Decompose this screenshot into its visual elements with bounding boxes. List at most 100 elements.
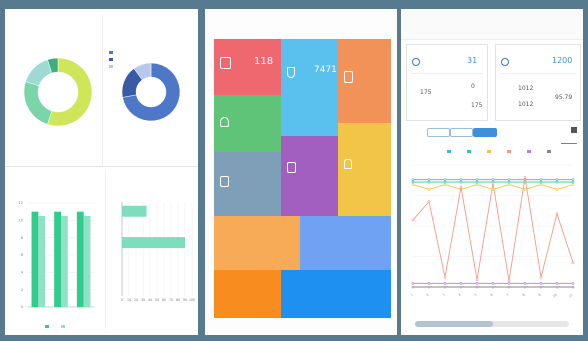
data-point xyxy=(443,183,447,186)
data-point xyxy=(427,285,431,289)
menu-icon[interactable] xyxy=(571,127,577,133)
data-point xyxy=(443,178,447,181)
data-point xyxy=(539,178,543,181)
bell-icon xyxy=(344,159,352,169)
data-point xyxy=(507,285,511,289)
legend-chip xyxy=(45,325,49,328)
stat-card-1: 31 175 0 175 xyxy=(406,44,488,121)
divider xyxy=(500,73,576,74)
legend-chip xyxy=(109,51,113,54)
legend-chip xyxy=(487,150,491,153)
user-icon xyxy=(412,58,420,66)
data-point xyxy=(555,212,559,216)
data-point xyxy=(459,285,463,289)
y-tick-label: 8 xyxy=(21,236,23,240)
left-dashboard-panel: 0 2 4 6 8 10 12 0 10 20 30 40 50 60 70 80 90 100 xyxy=(5,9,198,335)
middle-tiles-panel: 118 7471 xyxy=(205,9,397,335)
data-point xyxy=(475,178,479,181)
data-point xyxy=(523,188,527,191)
stat-card-2-sub-2: 1012 xyxy=(518,101,534,108)
data-point xyxy=(571,180,575,184)
data-point xyxy=(427,282,431,285)
stat-card-2-value: 1200 xyxy=(552,56,573,65)
x-tick-label: 4 xyxy=(457,293,461,297)
data-point xyxy=(427,180,431,184)
scrollbar-track[interactable] xyxy=(415,321,569,327)
data-point xyxy=(475,183,479,186)
legend-chip xyxy=(61,325,65,328)
data-point xyxy=(555,282,559,285)
x-tick-label: 9 xyxy=(537,293,541,297)
data-point xyxy=(555,178,559,181)
data-point xyxy=(539,282,543,285)
data-point xyxy=(459,180,463,184)
data-point xyxy=(555,188,559,191)
data-point xyxy=(443,282,447,285)
clipboard-icon xyxy=(287,162,296,173)
data-point xyxy=(411,180,415,184)
data-point xyxy=(459,178,463,181)
tile-3[interactable] xyxy=(338,39,391,123)
tile-10[interactable] xyxy=(214,270,281,318)
tab-3[interactable] xyxy=(473,128,497,137)
legend-chip xyxy=(109,58,113,61)
data-point xyxy=(507,183,511,186)
data-point xyxy=(475,285,479,289)
data-point xyxy=(411,183,415,186)
x-tick-label: 11 xyxy=(568,293,574,299)
data-point xyxy=(475,282,479,285)
tile-8[interactable] xyxy=(214,216,300,270)
tile-2-value: 7471 xyxy=(314,65,337,75)
vertical-bar-chart: 0 2 4 6 8 10 12 xyxy=(19,201,95,309)
tile-1[interactable]: 118 xyxy=(214,39,281,95)
stat-card-1-sub-3: 175 xyxy=(471,102,483,109)
bar xyxy=(122,237,185,249)
data-point xyxy=(491,181,495,185)
data-point xyxy=(571,282,575,285)
data-point xyxy=(507,282,511,285)
x-tick-label: 40 xyxy=(148,298,152,302)
tile-5[interactable] xyxy=(281,136,338,216)
pie-slice xyxy=(25,59,53,87)
y-tick-label: 4 xyxy=(21,271,24,275)
x-tick-label: 3 xyxy=(441,293,445,297)
tile-6[interactable] xyxy=(338,123,391,216)
tile-1-value: 118 xyxy=(254,56,274,67)
tab-1[interactable] xyxy=(427,128,450,137)
tile-9[interactable] xyxy=(300,216,391,270)
data-point xyxy=(507,180,511,184)
scrollbar-thumb[interactable] xyxy=(415,321,493,327)
tile-11[interactable] xyxy=(281,270,391,318)
data-point xyxy=(427,188,431,191)
tile-7[interactable] xyxy=(214,152,281,216)
stat-card-1-value: 31 xyxy=(467,56,478,65)
data-point xyxy=(571,183,575,186)
tile-2[interactable]: 7471 xyxy=(281,39,338,136)
bar xyxy=(38,216,46,307)
data-point xyxy=(443,275,447,279)
tile-4[interactable] xyxy=(214,95,281,152)
x-tick-label: 100 xyxy=(189,298,195,302)
y-tick-label: 6 xyxy=(21,253,23,257)
data-point xyxy=(475,180,479,184)
data-point xyxy=(427,178,431,181)
data-point xyxy=(427,200,431,203)
data-point xyxy=(411,178,415,181)
data-point xyxy=(507,178,511,181)
tab-2[interactable] xyxy=(450,128,473,137)
bar xyxy=(76,211,84,307)
data-point xyxy=(539,180,543,184)
x-tick-label: 10 xyxy=(552,293,558,299)
data-point xyxy=(571,285,575,289)
donut-chart-2 xyxy=(121,62,181,122)
x-tick-label: 90 xyxy=(183,298,187,302)
data-point xyxy=(523,285,527,289)
pie-slice xyxy=(23,81,53,125)
y-tick-label: 2 xyxy=(21,288,23,292)
legend-chip xyxy=(547,150,551,153)
calendar-icon xyxy=(220,57,231,69)
hourglass-icon xyxy=(287,67,295,78)
x-tick-label: 60 xyxy=(162,298,166,302)
data-point xyxy=(491,282,495,285)
legend-chip xyxy=(527,150,531,153)
